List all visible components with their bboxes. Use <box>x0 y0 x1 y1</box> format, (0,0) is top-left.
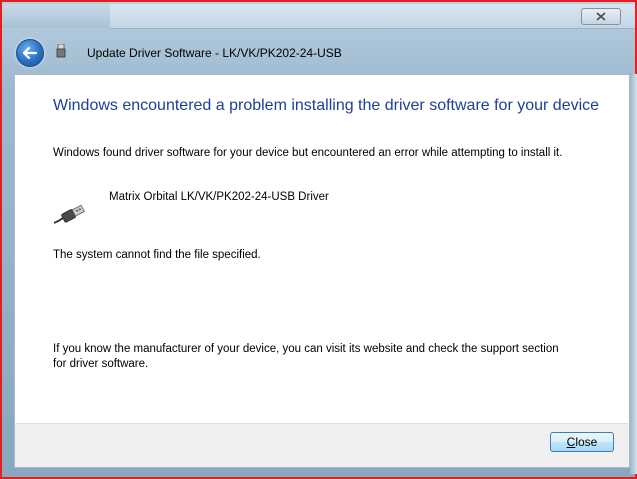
close-button-accel: C <box>566 435 576 449</box>
background-window-left <box>2 4 110 28</box>
advice-text: If you know the manufacturer of your dev… <box>53 343 559 370</box>
dialog-title: Update Driver Software - LK/VK/PK202-24-… <box>87 46 342 60</box>
error-detail: The system cannot find the file specifie… <box>53 249 261 261</box>
close-icon <box>596 12 606 21</box>
close-button[interactable]: Close <box>550 432 614 452</box>
back-arrow-icon <box>23 47 37 59</box>
driver-name: Matrix Orbital LK/VK/PK202-24-USB Driver <box>109 191 329 203</box>
usb-cable-icon <box>53 204 85 224</box>
dialog-footer: Close <box>14 423 630 468</box>
usb-device-icon <box>56 44 66 58</box>
close-button-label: lose <box>575 435 598 449</box>
background-window-edge <box>630 74 637 474</box>
error-heading: Windows encountered a problem installing… <box>53 97 600 114</box>
dialog-content: Windows encountered a problem installing… <box>14 74 630 424</box>
screenshot-frame: Update Driver Software - LK/VK/PK202-24-… <box>0 0 637 479</box>
dialog-titlebar: Update Driver Software - LK/VK/PK202-24-… <box>4 30 637 74</box>
error-message: Windows found driver software for your d… <box>53 147 563 159</box>
background-window-titlebar <box>110 4 635 29</box>
background-close-button[interactable] <box>581 8 621 25</box>
back-button[interactable] <box>16 39 44 67</box>
